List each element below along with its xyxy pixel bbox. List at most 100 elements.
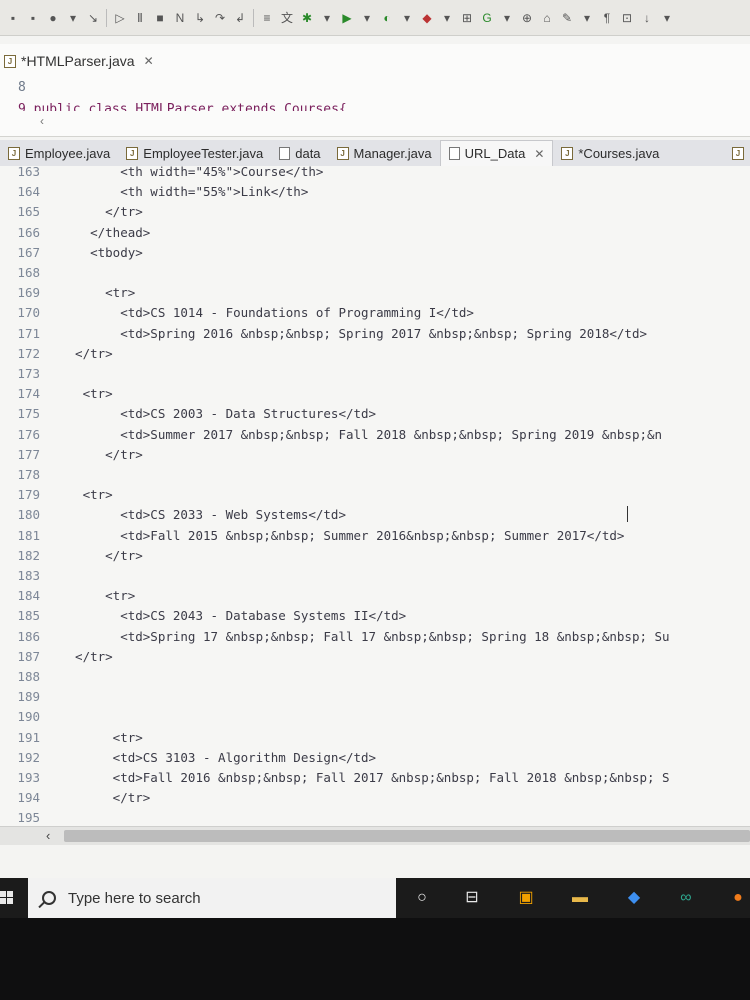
step-return-icon[interactable]: ↲ [233,11,247,25]
htmlparser-editor[interactable]: J *HTMLParser.java ✕ 8 9 public class HT… [0,44,750,137]
close-icon[interactable]: ✕ [144,54,154,68]
show-whitespace-icon[interactable]: ¶ [600,11,614,25]
coverage-icon[interactable]: ◐ [380,11,394,25]
line-number: 189 [17,689,40,704]
code-line[interactable]: 167 <tbody> [0,243,750,263]
code-line[interactable]: 186 <td>Spring 17 &nbsp;&nbsp; Fall 17 &… [0,627,750,647]
chevron-down-icon[interactable]: ▾ [500,11,514,25]
new-class-icon[interactable]: G [480,11,494,25]
terminate-icon[interactable]: ■ [153,11,167,25]
cortana-icon[interactable]: ○ [412,888,432,908]
firefox-icon[interactable]: ● [728,888,748,908]
code-line[interactable]: 179 <tr> [0,485,750,505]
code-line[interactable]: 164 <th width="55%">Link</th> [0,182,750,202]
chevron-down-icon[interactable]: ▾ [400,11,414,25]
tab-htmlparser[interactable]: J *HTMLParser.java ✕ [4,50,154,72]
code-line[interactable]: 189 [0,687,750,707]
store-icon[interactable]: ▣ [516,888,536,908]
code-line[interactable]: 174 <tr> [0,384,750,404]
code-text: <td>Fall 2015 &nbsp;&nbsp; Summer 2016&n… [60,528,625,543]
run-icon[interactable]: ▶ [340,11,354,25]
code-line[interactable]: 187 </tr> [0,647,750,667]
code-text: <tr> [60,588,136,603]
resume-icon[interactable]: ▷ [113,11,127,25]
code-line[interactable]: 170 <td>CS 1014 - Foundations of Program… [0,303,750,323]
code-line[interactable]: 178 [0,465,750,485]
code-line[interactable]: 176 <td>Summer 2017 &nbsp;&nbsp; Fall 20… [0,425,750,445]
tab-courses[interactable]: J *Courses.java [553,140,667,166]
code-text: <tbody> [60,245,143,260]
tab-data[interactable]: data [271,140,328,166]
code-line[interactable]: 185 <td>CS 2043 - Database Systems II</t… [0,606,750,626]
chevron-down-icon[interactable]: ▾ [360,11,374,25]
taskbar-search-box[interactable]: Type here to search [28,878,396,918]
code-editor[interactable]: 163 <th width="45%">Course</th> 164 <th w… [0,166,750,826]
code-line[interactable]: 195 [0,808,750,826]
scrollbar-thumb[interactable] [64,830,750,842]
annotation-icon[interactable]: ⊡ [620,11,634,25]
translate-icon[interactable]: 文 [280,11,294,25]
open-type-icon[interactable]: ⊕ [520,11,534,25]
code-line[interactable]: 172 </tr> [0,344,750,364]
tab-label: *HTMLParser.java [21,53,135,69]
code-line[interactable]: 191 <tr> [0,728,750,748]
chevron-left-icon[interactable]: ‹ [40,114,44,128]
tab-url-data[interactable]: URL_Data ✕ [439,140,554,166]
code-line[interactable]: 163 <th width="45%">Course</th> [0,166,750,182]
code-line[interactable]: 192 <td>CS 3103 - Algorithm Design</td> [0,748,750,768]
dropbox-icon[interactable]: ◆ [624,888,644,908]
step-over-icon[interactable]: ↷ [213,11,227,25]
external-tools-icon[interactable]: ◆ [420,11,434,25]
file-explorer-icon[interactable]: ▬ [570,888,590,908]
code-line[interactable]: 193 <td>Fall 2016 &nbsp;&nbsp; Fall 2017… [0,768,750,788]
pen-icon[interactable]: ✎ [560,11,574,25]
horizontal-scrollbar[interactable]: ‹ [0,826,750,845]
code-line[interactable]: 183 [0,566,750,586]
code-line[interactable]: 169 <tr> [0,283,750,303]
suspend-icon[interactable]: Ⅱ [133,11,147,25]
code-line[interactable]: 181 <td>Fall 2015 &nbsp;&nbsp; Summer 20… [0,526,750,546]
code-line[interactable]: 184 <tr> [0,586,750,606]
list-icon[interactable]: ≡ [260,11,274,25]
chevron-down-icon[interactable]: ▾ [580,11,594,25]
close-icon[interactable]: ✕ [534,147,544,161]
save-icon[interactable]: ▪ [6,11,20,25]
code-line[interactable]: 180 <td>CS 2033 - Web Systems</td> [0,505,750,525]
code-line[interactable]: 168 [0,263,750,283]
tab-employee[interactable]: J Employee.java [0,140,118,166]
chevron-down-icon[interactable]: ▾ [440,11,454,25]
settings-icon[interactable]: ● [46,11,60,25]
chevron-down-icon[interactable]: ▾ [660,11,674,25]
code-line[interactable]: 188 [0,667,750,687]
chevron-down-icon[interactable]: ▾ [66,11,80,25]
code-line[interactable]: 194 </tr> [0,788,750,808]
code-line[interactable]: 182 </tr> [0,546,750,566]
java-file-icon: J [4,54,16,68]
open-folder-icon[interactable]: ⌂ [540,11,554,25]
next-annotation-icon[interactable]: ↓ [640,11,654,25]
code-line[interactable]: 173 [0,364,750,384]
code-line[interactable]: 190 [0,707,750,727]
code-text: <td>CS 2033 - Web Systems</td> [60,507,346,522]
new-package-icon[interactable]: ⊞ [460,11,474,25]
chevron-left-icon[interactable]: ‹ [46,827,50,845]
windows-start-button[interactable] [0,884,14,912]
line-number: 8 [18,80,26,95]
task-view-icon[interactable]: ⊟ [462,888,482,908]
save-all-icon[interactable]: ▪ [26,11,40,25]
code-line[interactable]: 166 </thead> [0,223,750,243]
main-toolbar: ▪ ▪ ● ▾ ↘ ▷ Ⅱ ■ N ↳ ↷ ↲ ≡ 文 ✱ ▾ ▶ ▾ ◐ ▾ … [0,0,750,36]
code-line[interactable]: 177 </tr> [0,445,750,465]
code-line[interactable]: 165 </tr> [0,202,750,222]
code-line[interactable]: 171 <td>Spring 2016 &nbsp;&nbsp; Spring … [0,324,750,344]
code-line[interactable]: 175 <td>CS 2003 - Data Structures</td> [0,404,750,424]
more-tabs-button[interactable]: J [726,140,750,166]
chevron-down-icon[interactable]: ▾ [320,11,334,25]
tab-employee-tester[interactable]: J EmployeeTester.java [118,140,271,166]
step-into-icon[interactable]: ↳ [193,11,207,25]
tab-manager[interactable]: J Manager.java [329,140,440,166]
debug-icon[interactable]: ✱ [300,11,314,25]
skip-icon[interactable]: ↘ [86,11,100,25]
disconnect-icon[interactable]: N [173,11,187,25]
infinity-app-icon[interactable]: ∞ [676,888,696,908]
